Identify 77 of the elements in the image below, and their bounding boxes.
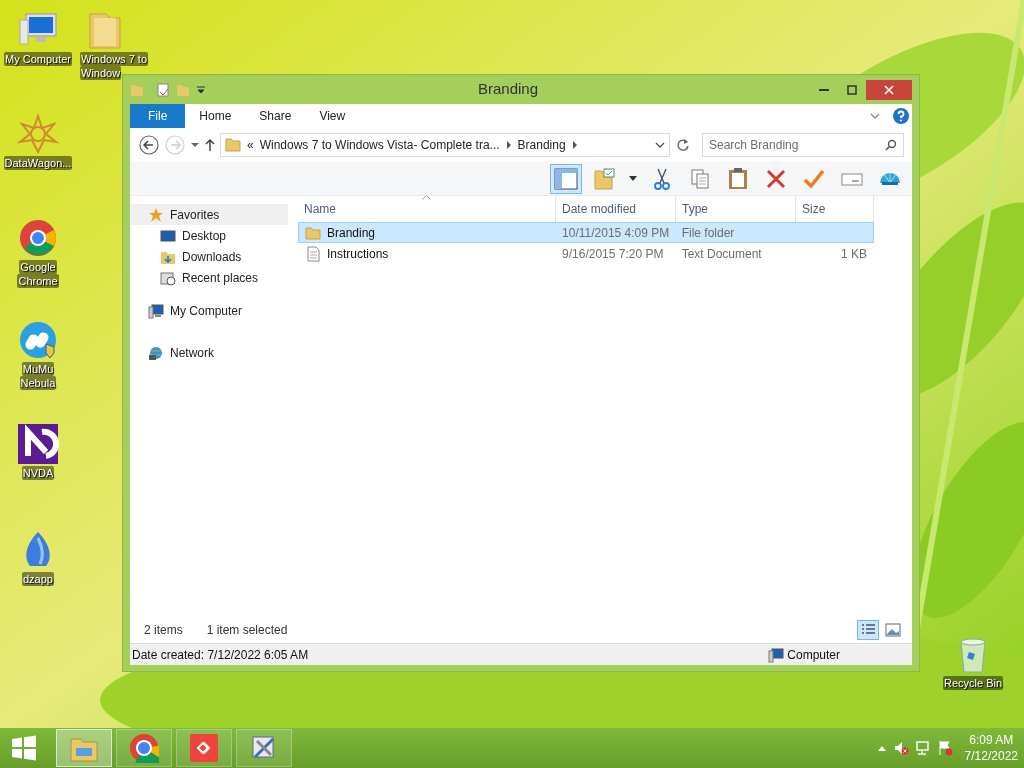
selection-count: 1 item selected <box>206 622 288 639</box>
document-icon <box>305 245 321 262</box>
taskbar-button[interactable] <box>236 729 292 767</box>
up-arrow-icon[interactable] <box>204 138 216 152</box>
file-row[interactable]: Branding 10/11/2015 4:09 PM File folder <box>298 222 874 243</box>
close-button[interactable] <box>866 79 912 100</box>
icon-label: DataWagon... <box>3 156 73 170</box>
shell-icon <box>880 172 900 185</box>
close-icon <box>884 84 894 95</box>
nav-item[interactable]: Recent places <box>130 267 288 288</box>
taskbar-button[interactable] <box>56 729 112 767</box>
back-icon[interactable] <box>138 134 160 156</box>
icon-label: Nebula <box>19 376 57 390</box>
dropdown-icon <box>629 176 637 181</box>
taskbar-button[interactable] <box>176 729 232 767</box>
breadcrumb[interactable]: Windows 7 to Windows Vista- Complete tra... <box>259 136 500 154</box>
nav-item[interactable]: Network <box>130 342 288 363</box>
flag-icon[interactable] <box>936 740 953 756</box>
file-row[interactable]: Instructions 9/16/2015 7:20 PM Text Document 1 KB <box>298 243 874 264</box>
show-hidden-icons-icon[interactable] <box>876 744 887 752</box>
minimize-icon <box>819 88 829 91</box>
icon-label: NVDA <box>21 466 55 480</box>
nav-item[interactable]: My Computer <box>130 300 288 321</box>
icon-label: MuMu <box>21 362 55 376</box>
status-location: Computer <box>787 646 840 664</box>
app-icon[interactable] <box>16 422 60 466</box>
copy-icon <box>688 166 712 191</box>
clipboard-icon <box>726 166 750 191</box>
icon-label: My Computer <box>4 52 72 66</box>
large-icons-view-button[interactable] <box>882 620 904 640</box>
nav-item[interactable]: Downloads <box>130 246 288 267</box>
item-count: 2 items <box>144 622 183 639</box>
search-icon[interactable] <box>885 139 897 151</box>
window-title: Branding <box>476 79 539 100</box>
nav-item[interactable]: Desktop <box>130 225 288 246</box>
chevron-icon[interactable] <box>505 141 512 149</box>
icon-label: Windows 7 to <box>80 52 149 66</box>
layout-icon <box>554 167 578 190</box>
icon-label: Chrome <box>17 274 59 288</box>
sort-icon <box>422 195 431 200</box>
nav-item[interactable]: Favorites <box>130 204 288 225</box>
details-view-icon <box>860 623 876 637</box>
taskbar-button[interactable] <box>116 729 172 767</box>
chrome-icon <box>129 733 159 763</box>
recent-places-icon <box>160 269 176 286</box>
folder-icon <box>225 137 241 153</box>
status-text: Date created: 7/12/2022 6:05 AM <box>132 646 309 664</box>
search-field[interactable]: Search Branding <box>702 133 904 157</box>
network-icon <box>148 344 164 361</box>
icon-label: dzapp <box>22 572 54 586</box>
icon-label: Window <box>80 66 122 80</box>
breadcrumb-overflow[interactable]: « <box>247 136 254 154</box>
dropdown-icon[interactable] <box>196 84 206 95</box>
network-icon[interactable] <box>914 740 931 756</box>
icon-label: Google <box>19 260 57 274</box>
chevron-icon[interactable] <box>571 141 578 149</box>
layout-button[interactable] <box>550 163 582 194</box>
picture-view-icon <box>885 623 901 637</box>
details-view-button[interactable] <box>857 620 879 640</box>
file-menu-button[interactable]: File <box>130 104 186 128</box>
address-bar[interactable]: « Windows 7 to Windows Vista- Complete tra... Branding <box>220 133 670 157</box>
maximize-icon <box>847 84 857 95</box>
windows-logo-icon <box>11 735 37 761</box>
dropdown-icon[interactable] <box>655 140 665 150</box>
breadcrumb[interactable]: Branding <box>517 136 566 154</box>
monitor-icon <box>160 227 176 244</box>
computer-icon <box>148 302 164 319</box>
folder-icon <box>305 224 321 241</box>
star-icon <box>148 206 164 223</box>
dropdown-icon[interactable] <box>190 140 200 150</box>
help-icon[interactable] <box>893 108 909 124</box>
remote-desktop-icon <box>189 733 219 763</box>
folder-icon <box>592 166 616 191</box>
volume-muted-icon[interactable] <box>892 740 909 756</box>
icon-label: Recycle Bin <box>942 676 1004 690</box>
star-icon[interactable] <box>16 112 60 156</box>
properties-icon[interactable] <box>156 82 170 97</box>
